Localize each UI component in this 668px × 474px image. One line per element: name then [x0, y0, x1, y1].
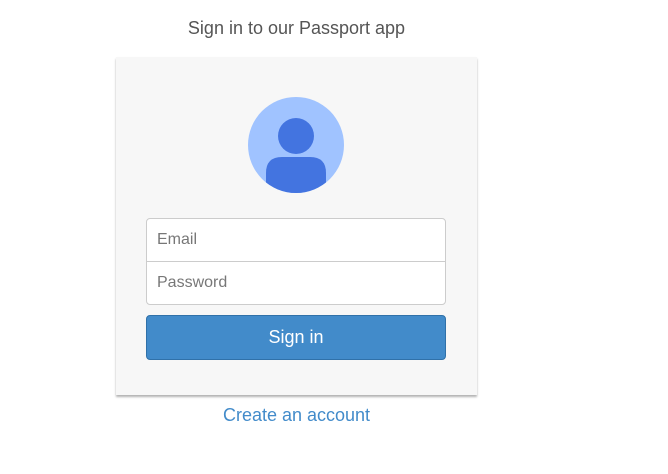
signin-form [146, 218, 446, 305]
create-account-link[interactable]: Create an account [116, 404, 477, 426]
sign-in-button[interactable]: Sign in [146, 315, 446, 360]
email-field[interactable] [146, 218, 446, 262]
page-title: Sign in to our Passport app [187, 18, 406, 38]
signin-page: Sign in to our Passport app Sign in Crea… [0, 0, 668, 474]
password-field[interactable] [146, 261, 446, 305]
signin-card: Sign in [116, 57, 477, 395]
user-avatar-icon [248, 97, 344, 193]
avatar-figure [266, 118, 326, 193]
